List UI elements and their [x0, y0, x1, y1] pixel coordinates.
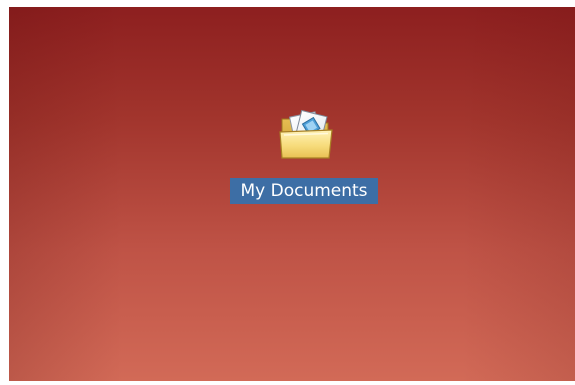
my-documents-label: My Documents	[230, 178, 378, 204]
desktop[interactable]: My Documents	[9, 7, 575, 381]
screenshot-frame: My Documents	[0, 0, 575, 385]
my-documents-desktop-icon[interactable]: My Documents	[230, 105, 380, 209]
documents-folder-icon	[279, 109, 333, 159]
